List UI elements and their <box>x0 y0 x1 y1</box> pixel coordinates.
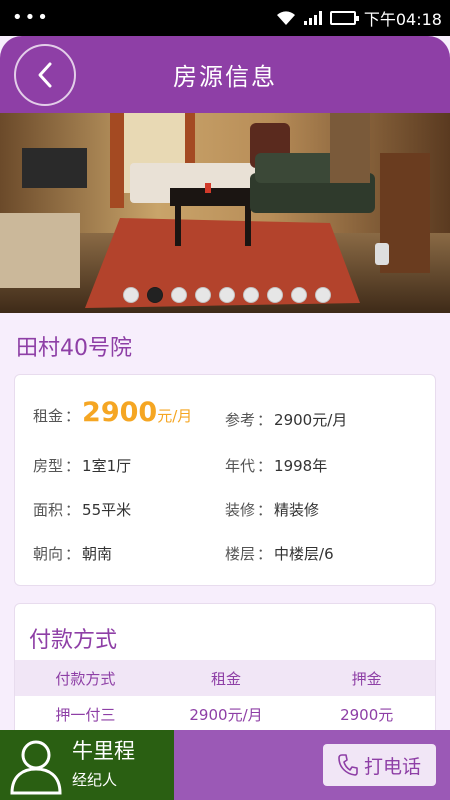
table-row: 押一付三 2900元/月 2900元 <box>15 696 435 732</box>
separator: ： <box>65 407 81 425</box>
area-row: 面积 ： 55平米 <box>33 499 131 520</box>
property-name: 田村40号院 <box>16 336 132 361</box>
separator: ： <box>65 545 81 563</box>
wifi-icon <box>276 10 295 25</box>
rent-unit: 元/月 <box>157 407 193 425</box>
year-row: 年代 ： 1998年 <box>225 455 327 476</box>
call-button[interactable]: 打电话 <box>323 744 436 786</box>
orientation-label: 朝向 <box>33 545 64 563</box>
payment-rent-cell: 2900元/月 <box>189 705 263 724</box>
notification-dots: ••• <box>12 7 50 28</box>
area-value: 55平米 <box>82 501 132 519</box>
payment-title: 付款方式 <box>29 628 118 653</box>
status-icons: 下午04:18 <box>276 6 442 30</box>
agent-card[interactable]: 牛里程 经纪人 <box>0 730 174 800</box>
layout-value: 1室1厅 <box>82 457 132 475</box>
carousel-dot[interactable] <box>267 287 283 303</box>
payment-deposit-cell: 2900元 <box>340 705 394 724</box>
separator: ： <box>257 501 273 519</box>
room-photo <box>0 113 450 313</box>
decoration-label: 装修 <box>225 501 256 519</box>
call-label: 打电话 <box>363 755 421 778</box>
rent-label: 租金 <box>33 407 64 425</box>
status-bar: ••• 下午04:18 <box>0 0 450 36</box>
separator: ： <box>257 545 273 563</box>
agent-info: 牛里程 经纪人 <box>72 738 135 790</box>
payment-table-header: 付款方式 租金 押金 <box>15 660 435 696</box>
floor-value: 中楼层/6 <box>274 545 334 563</box>
bottom-action-bar: 牛里程 经纪人 打电话 <box>0 730 450 800</box>
battery-icon <box>329 11 359 25</box>
phone-icon <box>338 754 358 776</box>
back-button[interactable] <box>14 44 76 106</box>
status-time: 下午04:18 <box>363 10 442 29</box>
carousel-dot[interactable] <box>219 287 235 303</box>
payment-card: 付款方式 付款方式 租金 押金 押一付三 2900元/月 2900元 <box>14 603 436 743</box>
decoration-row: 装修 ： 精装修 <box>225 499 319 520</box>
carousel-dots <box>0 287 450 303</box>
reference-row: 参考 ： 2900元/月 <box>225 409 347 430</box>
carousel-dot[interactable] <box>195 287 211 303</box>
separator: ： <box>257 457 273 475</box>
signal-icon <box>303 11 322 25</box>
separator: ： <box>257 411 273 429</box>
area-label: 面积 <box>33 501 64 519</box>
agent-name: 牛里程 <box>72 738 135 763</box>
layout-row: 房型 ： 1室1厅 <box>33 455 131 476</box>
carousel-dot[interactable] <box>171 287 187 303</box>
rent-row: 租金 ： 2900 元/月 <box>33 397 192 428</box>
floor-label: 楼层 <box>225 545 256 563</box>
layout-label: 房型 <box>33 457 64 475</box>
column-header-rent: 租金 <box>211 669 242 688</box>
column-header-deposit: 押金 <box>351 669 382 688</box>
app-header: 房源信息 <box>0 36 450 113</box>
rent-value: 2900 <box>82 397 158 428</box>
decoration-value: 精装修 <box>274 501 320 519</box>
carousel-dot[interactable] <box>243 287 259 303</box>
year-label: 年代 <box>225 457 256 475</box>
carousel-dot[interactable] <box>291 287 307 303</box>
property-info-card: 租金 ： 2900 元/月 参考 ： 2900元/月 房型 ： 1室1厅 年代 … <box>14 374 436 586</box>
agent-role: 经纪人 <box>72 771 118 790</box>
user-icon <box>10 740 62 795</box>
separator: ： <box>65 457 81 475</box>
avatar <box>0 730 72 800</box>
year-value: 1998年 <box>274 457 328 475</box>
chevron-left-icon <box>38 62 52 88</box>
column-header-method: 付款方式 <box>55 669 116 688</box>
reference-value: 2900元/月 <box>274 411 348 429</box>
reference-label: 参考 <box>225 411 256 429</box>
carousel-dot[interactable] <box>315 287 331 303</box>
carousel-dot[interactable] <box>123 287 139 303</box>
separator: ： <box>65 501 81 519</box>
property-photo-carousel[interactable] <box>0 113 450 313</box>
payment-method-cell: 押一付三 <box>55 705 116 724</box>
orientation-value: 朝南 <box>82 545 113 563</box>
floor-row: 楼层 ： 中楼层/6 <box>225 543 334 564</box>
orientation-row: 朝向 ： 朝南 <box>33 543 112 564</box>
carousel-dot-active[interactable] <box>147 287 163 303</box>
